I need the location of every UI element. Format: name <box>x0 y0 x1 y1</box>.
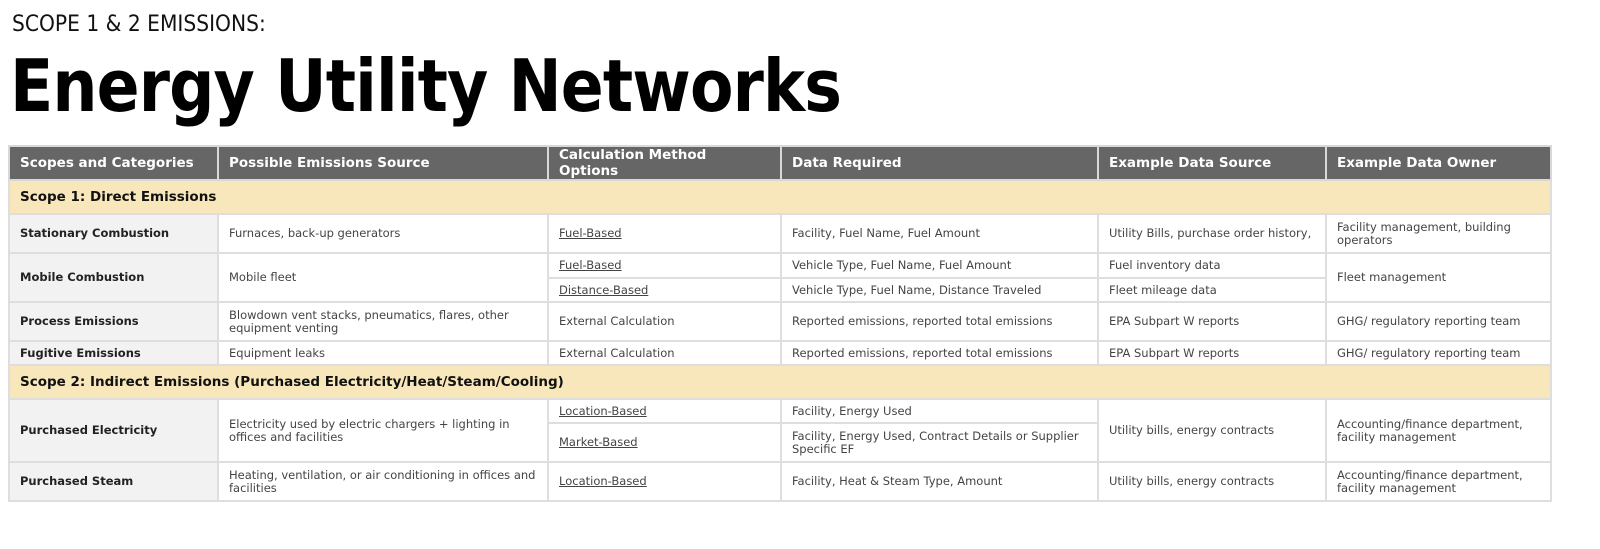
page-title: Energy Utility Networks <box>10 44 842 128</box>
data-source-cell: Utility bills, energy contracts <box>1097 398 1327 463</box>
method-cell: External Calculation <box>547 340 782 366</box>
page-eyebrow: SCOPE 1 & 2 EMISSIONS: <box>12 12 266 37</box>
data-required-cell: Facility, Energy Used, Contract Details … <box>780 422 1099 463</box>
method-cell: Location-Based <box>547 398 782 424</box>
emissions-table: Scopes and Categories Possible Emissions… <box>8 145 1552 502</box>
data-source-cell: Fuel inventory data <box>1097 252 1327 279</box>
column-header: Data Required <box>780 145 1099 181</box>
column-header: Calculation Method Options <box>547 145 782 181</box>
data-required-cell: Facility, Energy Used <box>780 398 1099 424</box>
source-cell: Blowdown vent stacks, pneumatics, flares… <box>217 301 549 342</box>
method-cell: Fuel-Based <box>547 213 782 254</box>
category-cell: Process Emissions <box>8 301 219 342</box>
data-owner-cell: GHG/ regulatory reporting team <box>1325 301 1552 342</box>
data-source-cell: Utility bills, energy contracts <box>1097 461 1327 502</box>
scope-label: Scope 1: Direct Emissions <box>8 179 1552 215</box>
data-owner-cell: Accounting/finance department, facility … <box>1325 398 1552 463</box>
data-source-cell: Utility Bills, purchase order history, <box>1097 213 1327 254</box>
scope-section-row: Scope 1: Direct Emissions <box>8 179 1552 215</box>
method-link[interactable]: Location-Based <box>559 474 647 488</box>
data-source-cell: Fleet mileage data <box>1097 277 1327 303</box>
data-owner-cell: GHG/ regulatory reporting team <box>1325 340 1552 366</box>
data-source-cell: EPA Subpart W reports <box>1097 301 1327 342</box>
column-header: Scopes and Categories <box>8 145 219 181</box>
method-cell: Distance-Based <box>547 277 782 303</box>
method-cell: External Calculation <box>547 301 782 342</box>
category-cell: Fugitive Emissions <box>8 340 219 366</box>
table-row: Mobile Combustion Mobile fleet Fuel-Base… <box>8 252 1552 303</box>
category-cell: Mobile Combustion <box>8 252 219 303</box>
source-cell: Mobile fleet <box>217 252 549 303</box>
data-owner-cell: Fleet management <box>1325 252 1552 303</box>
column-header: Example Data Owner <box>1325 145 1552 181</box>
data-required-cell: Reported emissions, reported total emiss… <box>780 340 1099 366</box>
category-cell: Purchased Electricity <box>8 398 219 463</box>
category-cell: Purchased Steam <box>8 461 219 502</box>
data-required-cell: Facility, Heat & Steam Type, Amount <box>780 461 1099 502</box>
table-row: Process Emissions Blowdown vent stacks, … <box>8 301 1552 342</box>
method-link[interactable]: Market-Based <box>559 435 638 449</box>
source-cell: Equipment leaks <box>217 340 549 366</box>
method-cell: Market-Based <box>547 422 782 463</box>
method-cell: Fuel-Based <box>547 252 782 279</box>
scope-label: Scope 2: Indirect Emissions (Purchased E… <box>8 364 1552 400</box>
data-owner-cell: Accounting/finance department, facility … <box>1325 461 1552 502</box>
data-source-cell: EPA Subpart W reports <box>1097 340 1327 366</box>
table-row: Purchased Steam Heating, ventilation, or… <box>8 461 1552 502</box>
table-row: Stationary Combustion Furnaces, back-up … <box>8 213 1552 254</box>
data-owner-cell: Facility management, building operators <box>1325 213 1552 254</box>
column-header: Possible Emissions Source <box>217 145 549 181</box>
method-link[interactable]: Distance-Based <box>559 283 648 297</box>
scope-section-row: Scope 2: Indirect Emissions (Purchased E… <box>8 364 1552 400</box>
source-cell: Heating, ventilation, or air conditionin… <box>217 461 549 502</box>
method-link[interactable]: Fuel-Based <box>559 226 622 240</box>
table-header-row: Scopes and Categories Possible Emissions… <box>8 145 1552 181</box>
source-cell: Furnaces, back-up generators <box>217 213 549 254</box>
data-required-cell: Facility, Fuel Name, Fuel Amount <box>780 213 1099 254</box>
data-required-cell: Vehicle Type, Fuel Name, Fuel Amount <box>780 252 1099 279</box>
table-row: Fugitive Emissions Equipment leaks Exter… <box>8 340 1552 366</box>
data-required-cell: Vehicle Type, Fuel Name, Distance Travel… <box>780 277 1099 303</box>
method-cell: Location-Based <box>547 461 782 502</box>
column-header: Example Data Source <box>1097 145 1327 181</box>
method-link[interactable]: Location-Based <box>559 404 647 418</box>
source-cell: Electricity used by electric chargers + … <box>217 398 549 463</box>
table-row: Purchased Electricity Electricity used b… <box>8 398 1552 463</box>
category-cell: Stationary Combustion <box>8 213 219 254</box>
data-required-cell: Reported emissions, reported total emiss… <box>780 301 1099 342</box>
method-link[interactable]: Fuel-Based <box>559 258 622 272</box>
